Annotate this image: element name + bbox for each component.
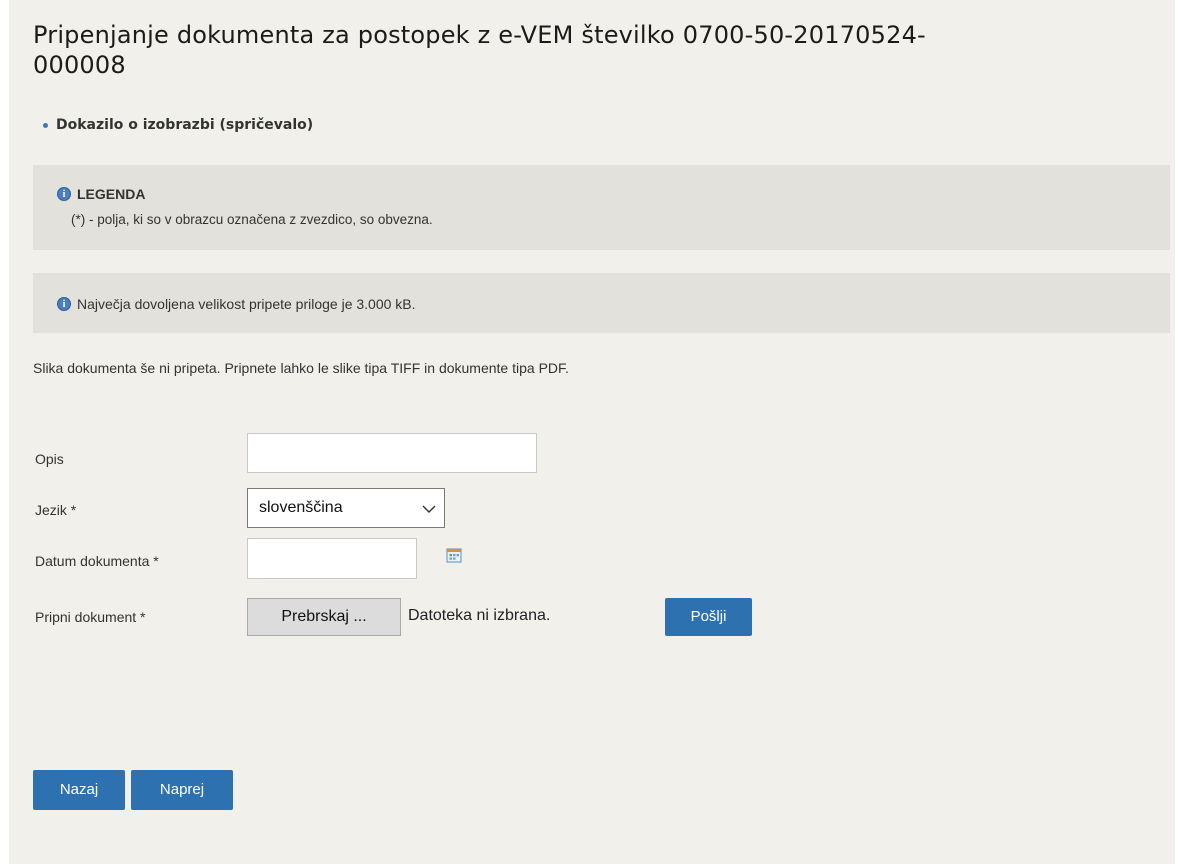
language-label: Jezik * xyxy=(35,502,77,518)
info-icon: i xyxy=(57,297,71,311)
document-type-item: Dokazilo o izobrazbi (spričevalo) xyxy=(43,117,313,133)
back-button[interactable]: Nazaj xyxy=(33,770,125,810)
size-info-text: Največja dovoljena velikost pripete pril… xyxy=(77,296,416,312)
document-type-label: Dokazilo o izobrazbi (spričevalo) xyxy=(56,117,314,133)
attachment-note: Slika dokumenta še ni pripeta. Pripnete … xyxy=(33,360,569,376)
description-label: Opis xyxy=(35,451,64,467)
language-selected-value: slovenščina xyxy=(259,499,343,516)
size-info-row: i Največja dovoljena velikost pripete pr… xyxy=(57,296,416,312)
date-input[interactable] xyxy=(247,538,417,579)
date-label: Datum dokumenta * xyxy=(35,553,159,569)
chevron-down-icon xyxy=(422,505,436,513)
page-container: Pripenjanje dokumenta za postopek z e-VE… xyxy=(9,0,1175,864)
legend-title: LEGENDA xyxy=(77,186,146,202)
legend-header: i LEGENDA xyxy=(57,186,145,202)
info-icon: i xyxy=(57,187,71,201)
language-select[interactable]: slovenščina xyxy=(247,488,445,528)
bullet-dot xyxy=(43,122,48,128)
browse-button[interactable]: Prebrskaj ... xyxy=(247,598,401,636)
size-info-box: i Največja dovoljena velikost pripete pr… xyxy=(33,273,1170,333)
legend-text: (*) - polja, ki so v obrazcu označena z … xyxy=(71,212,433,227)
next-button[interactable]: Naprej xyxy=(131,770,233,810)
attach-label: Pripni dokument * xyxy=(35,609,146,625)
legend-box: i LEGENDA (*) - polja, ki so v obrazcu o… xyxy=(33,165,1170,250)
description-input[interactable] xyxy=(247,433,537,473)
file-status: Datoteka ni izbrana. xyxy=(408,607,551,624)
calendar-icon[interactable] xyxy=(446,547,462,563)
page-title: Pripenjanje dokumenta za postopek z e-VE… xyxy=(33,21,926,79)
send-button[interactable]: Pošlji xyxy=(665,598,752,636)
